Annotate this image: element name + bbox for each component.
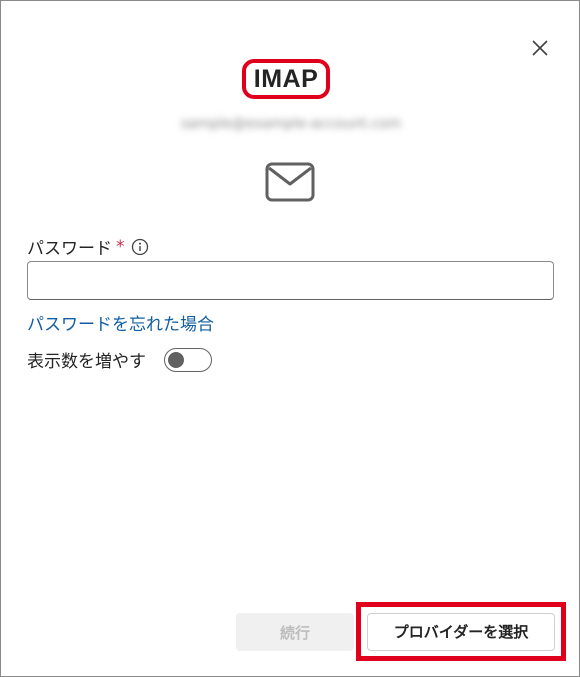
continue-button[interactable]: 続行 bbox=[236, 613, 354, 651]
choose-provider-button[interactable]: プロバイダーを選択 bbox=[367, 612, 555, 651]
account-email: sample@example-account.com bbox=[180, 116, 402, 132]
close-button[interactable] bbox=[527, 35, 553, 61]
password-label-row: パスワード * bbox=[27, 234, 149, 259]
info-icon[interactable] bbox=[131, 238, 149, 256]
imap-dialog: IMAP sample@example-account.com パスワード * … bbox=[0, 0, 580, 677]
password-label: パスワード bbox=[27, 239, 112, 259]
title-highlight: IMAP bbox=[242, 59, 330, 99]
close-icon[interactable] bbox=[531, 39, 549, 57]
show-more-toggle[interactable] bbox=[164, 347, 212, 372]
toggle-knob bbox=[168, 351, 184, 368]
provider-highlight: プロバイダーを選択 bbox=[356, 602, 566, 661]
forgot-password-link[interactable]: パスワードを忘れた場合 bbox=[27, 310, 214, 335]
mail-icon bbox=[265, 162, 315, 202]
password-field[interactable] bbox=[27, 261, 554, 300]
show-more-row: 表示数を増やす bbox=[27, 347, 212, 372]
dialog-title: IMAP bbox=[253, 64, 319, 93]
required-mark: * bbox=[116, 236, 125, 257]
show-more-label: 表示数を増やす bbox=[27, 352, 146, 372]
